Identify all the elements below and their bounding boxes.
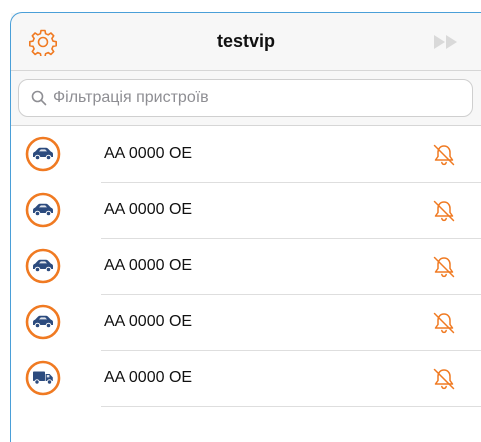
row-separator <box>101 406 481 407</box>
notification-toggle[interactable] <box>431 310 457 336</box>
device-row[interactable]: AA 0000 OE <box>11 295 481 351</box>
device-name: AA 0000 OE <box>104 313 193 330</box>
vehicle-avatar <box>25 248 61 284</box>
bell-off-icon <box>433 368 455 390</box>
notification-toggle[interactable] <box>431 254 457 280</box>
device-list: AA 0000 OE AA 0000 OE AA 0000 OE AA 0000… <box>11 127 481 407</box>
search-bar-container <box>11 71 481 126</box>
bell-off-icon <box>433 256 455 278</box>
fast-forward-icon <box>434 35 457 49</box>
navigation-bar: testvip <box>11 13 481 71</box>
vehicle-avatar <box>25 360 61 396</box>
device-row[interactable]: AA 0000 OE <box>11 239 481 295</box>
device-name: AA 0000 OE <box>104 257 193 274</box>
notification-toggle[interactable] <box>431 366 457 392</box>
forward-button[interactable] <box>429 29 463 55</box>
vehicle-avatar <box>25 192 61 228</box>
bell-off-icon <box>433 312 455 334</box>
device-row[interactable]: AA 0000 OE <box>11 351 481 407</box>
car-icon <box>25 192 61 228</box>
search-field[interactable] <box>18 79 473 117</box>
device-list-screen: testvip Фільтрація пристроїв AA 0000 OE … <box>11 13 481 442</box>
device-row[interactable]: AA 0000 OE <box>11 183 481 239</box>
device-name: AA 0000 OE <box>104 369 193 386</box>
device-name: AA 0000 OE <box>104 145 193 162</box>
page-title: testvip <box>216 31 276 51</box>
notification-toggle[interactable] <box>431 142 457 168</box>
search-icon <box>31 90 47 106</box>
vehicle-avatar <box>25 136 61 172</box>
device-name: AA 0000 OE <box>104 201 193 218</box>
gear-icon <box>29 29 57 56</box>
car-icon <box>25 248 61 284</box>
bell-off-icon <box>433 144 455 166</box>
search-input[interactable] <box>53 89 453 107</box>
vehicle-avatar <box>25 304 61 340</box>
car-icon <box>25 136 61 172</box>
device-row[interactable]: AA 0000 OE <box>11 127 481 183</box>
truck-icon <box>25 360 61 396</box>
settings-button[interactable] <box>27 26 59 58</box>
bell-off-icon <box>433 200 455 222</box>
notification-toggle[interactable] <box>431 198 457 224</box>
car-icon <box>25 304 61 340</box>
